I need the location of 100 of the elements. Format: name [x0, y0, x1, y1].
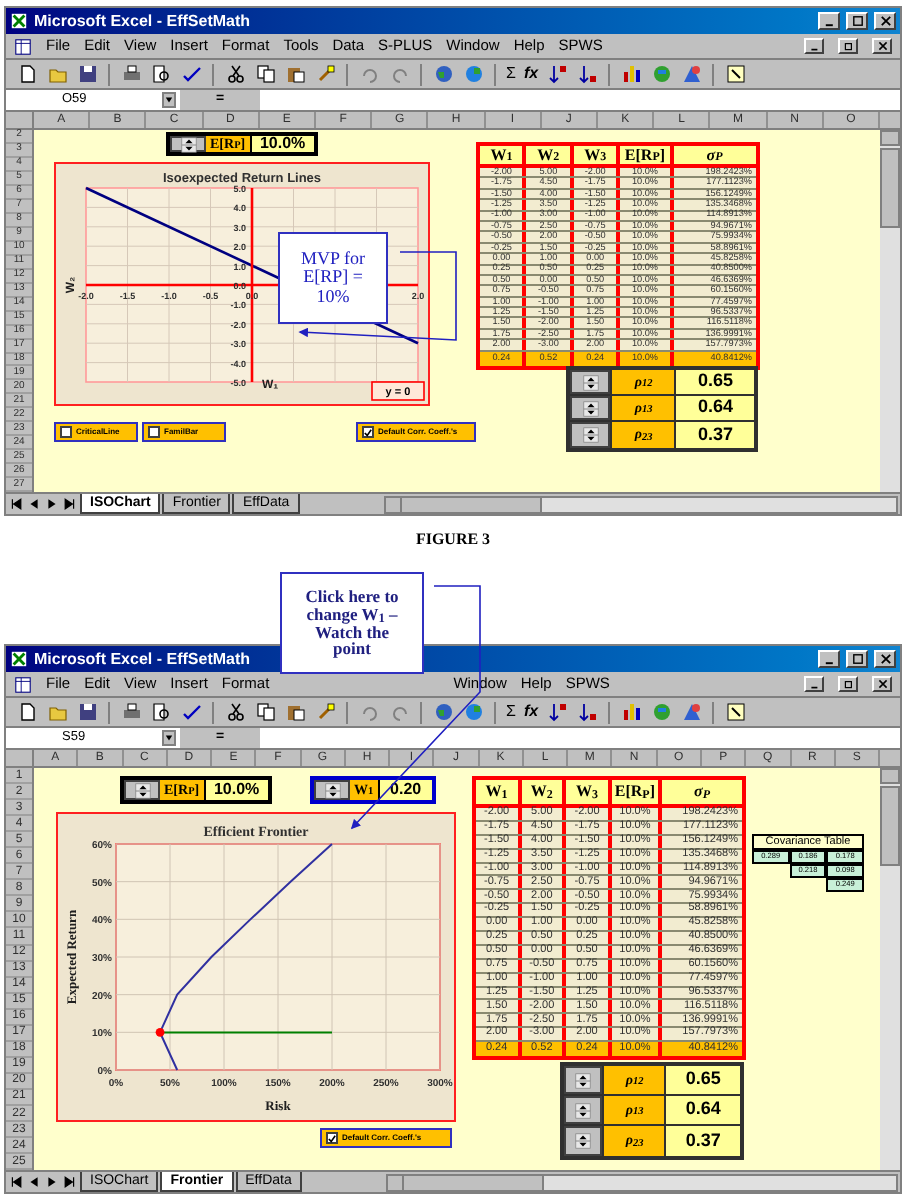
first-sheet-icon: [10, 498, 22, 510]
spinner-button[interactable]: [314, 780, 350, 800]
restore-button[interactable]: [838, 38, 858, 54]
dropdown-button[interactable]: [162, 92, 176, 108]
previous-sheet-button[interactable]: [26, 496, 42, 512]
close-icon: [875, 40, 889, 52]
checkbox[interactable]: [326, 1132, 338, 1144]
spinner-button[interactable]: [564, 1096, 603, 1124]
correlation-value: 0.65: [664, 1066, 740, 1094]
previous-sheet-icon: [28, 1176, 40, 1188]
column-header: σ$_{P}$: [704, 146, 725, 164]
drawing-icon[interactable]: [681, 64, 702, 84]
bar-chart-icon[interactable]: [621, 64, 642, 84]
paintbrush-icon[interactable]: [315, 702, 335, 722]
restore-icon: [841, 678, 855, 690]
spinner-value: 10.0%: [203, 780, 268, 800]
new-document-icon[interactable]: [17, 702, 37, 722]
close-button[interactable]: [874, 12, 896, 30]
scissors-icon[interactable]: [225, 64, 245, 84]
globe-icon[interactable]: [433, 64, 453, 84]
checkbox[interactable]: [362, 426, 374, 438]
caret-icon: [164, 96, 174, 104]
spellcheck-icon[interactable]: [181, 64, 201, 84]
maximize-button[interactable]: [846, 12, 868, 30]
next-sheet-icon: [46, 1176, 58, 1188]
function-button[interactable]: fx: [523, 704, 539, 720]
scissors-icon[interactable]: [225, 702, 245, 722]
column-header: W$_{1}$: [476, 780, 522, 804]
maximize-button[interactable]: [846, 650, 868, 668]
first-sheet-button[interactable]: [8, 1174, 24, 1190]
paintbrush-icon[interactable]: [315, 64, 335, 84]
minimize-button[interactable]: [804, 38, 824, 54]
last-sheet-button[interactable]: [62, 1174, 78, 1190]
vertical-scrollbar[interactable]: [880, 130, 900, 492]
sort-ascending-icon[interactable]: [547, 702, 568, 722]
next-sheet-button[interactable]: [44, 1174, 60, 1190]
horizontal-scrollbar[interactable]: [383, 495, 898, 513]
first-sheet-icon: [10, 1176, 22, 1188]
close-button[interactable]: [872, 676, 892, 692]
new-document-icon[interactable]: [17, 64, 37, 84]
spellcheck-icon[interactable]: [181, 702, 201, 722]
spinner-button[interactable]: [564, 1066, 603, 1094]
spinner-button[interactable]: [124, 780, 160, 800]
sort-ascending-icon[interactable]: [547, 64, 568, 84]
globe-icon[interactable]: [433, 702, 453, 722]
paste-icon[interactable]: [285, 64, 305, 84]
column-header: E[R$_{P}$]: [611, 780, 663, 804]
print-preview-icon[interactable]: [151, 64, 171, 84]
paste-icon[interactable]: [285, 702, 305, 722]
copy-icon[interactable]: [255, 64, 275, 84]
spinner-arrows-icon: [581, 426, 600, 444]
window-title: Microsoft Excel - EffSetMath: [34, 13, 251, 29]
spinner-button[interactable]: [564, 1126, 603, 1156]
correlation-value: 0.64: [674, 396, 754, 420]
print-preview-icon[interactable]: [151, 702, 171, 722]
checkbox[interactable]: [60, 426, 72, 438]
vertical-scrollbar[interactable]: [880, 768, 900, 1170]
spinner-button[interactable]: [570, 396, 611, 420]
spinner-arrows-icon: [574, 1101, 593, 1119]
autosum-button[interactable]: Σ: [506, 704, 516, 720]
bar-chart-icon[interactable]: [621, 702, 642, 722]
previous-sheet-button[interactable]: [26, 1174, 42, 1190]
close-button[interactable]: [872, 38, 892, 54]
legend-box: [371, 381, 425, 401]
column-header: E[R$_{P}$]: [620, 146, 674, 164]
first-sheet-button[interactable]: [8, 496, 24, 512]
last-sheet-icon: [64, 498, 76, 510]
spinner-button[interactable]: [570, 422, 611, 448]
close-button[interactable]: [874, 650, 896, 668]
drawing-icon[interactable]: [681, 702, 702, 722]
spreadsheet-logo-icon: [10, 12, 28, 30]
last-sheet-button[interactable]: [62, 496, 78, 512]
dropdown-button[interactable]: [162, 730, 176, 746]
copy-icon[interactable]: [255, 702, 275, 722]
function-button[interactable]: fx: [523, 66, 539, 82]
column-header: W$_{1}$: [480, 146, 527, 164]
printer-icon[interactable]: [121, 64, 141, 84]
spinner-arrows-icon: [133, 781, 151, 799]
printer-icon[interactable]: [121, 702, 141, 722]
minimize-button[interactable]: [818, 650, 840, 668]
sort-descending-icon[interactable]: [577, 702, 598, 722]
next-sheet-button[interactable]: [44, 496, 60, 512]
save-icon[interactable]: [77, 64, 97, 84]
callout: MVP for E[RP] = 10%: [278, 232, 388, 324]
minimize-button[interactable]: [818, 12, 840, 30]
save-icon[interactable]: [77, 702, 97, 722]
globe-icon[interactable]: [463, 702, 483, 722]
spinner-button[interactable]: [570, 370, 611, 394]
minimize-button[interactable]: [804, 676, 824, 692]
spinner-button[interactable]: [170, 136, 206, 152]
data-point: [155, 1027, 165, 1037]
column-header: W$_{2}$: [521, 780, 567, 804]
spinner-value: 10.0%: [249, 136, 314, 152]
autosum-button[interactable]: Σ: [506, 66, 516, 82]
checkbox[interactable]: [148, 426, 160, 438]
callout: Click here to change W$_{1}$ – Watch the point: [280, 572, 424, 674]
spinner-value: 0.20: [377, 780, 432, 800]
restore-button[interactable]: [838, 676, 858, 692]
horizontal-scrollbar[interactable]: [385, 1173, 898, 1191]
sort-descending-icon[interactable]: [577, 64, 598, 84]
